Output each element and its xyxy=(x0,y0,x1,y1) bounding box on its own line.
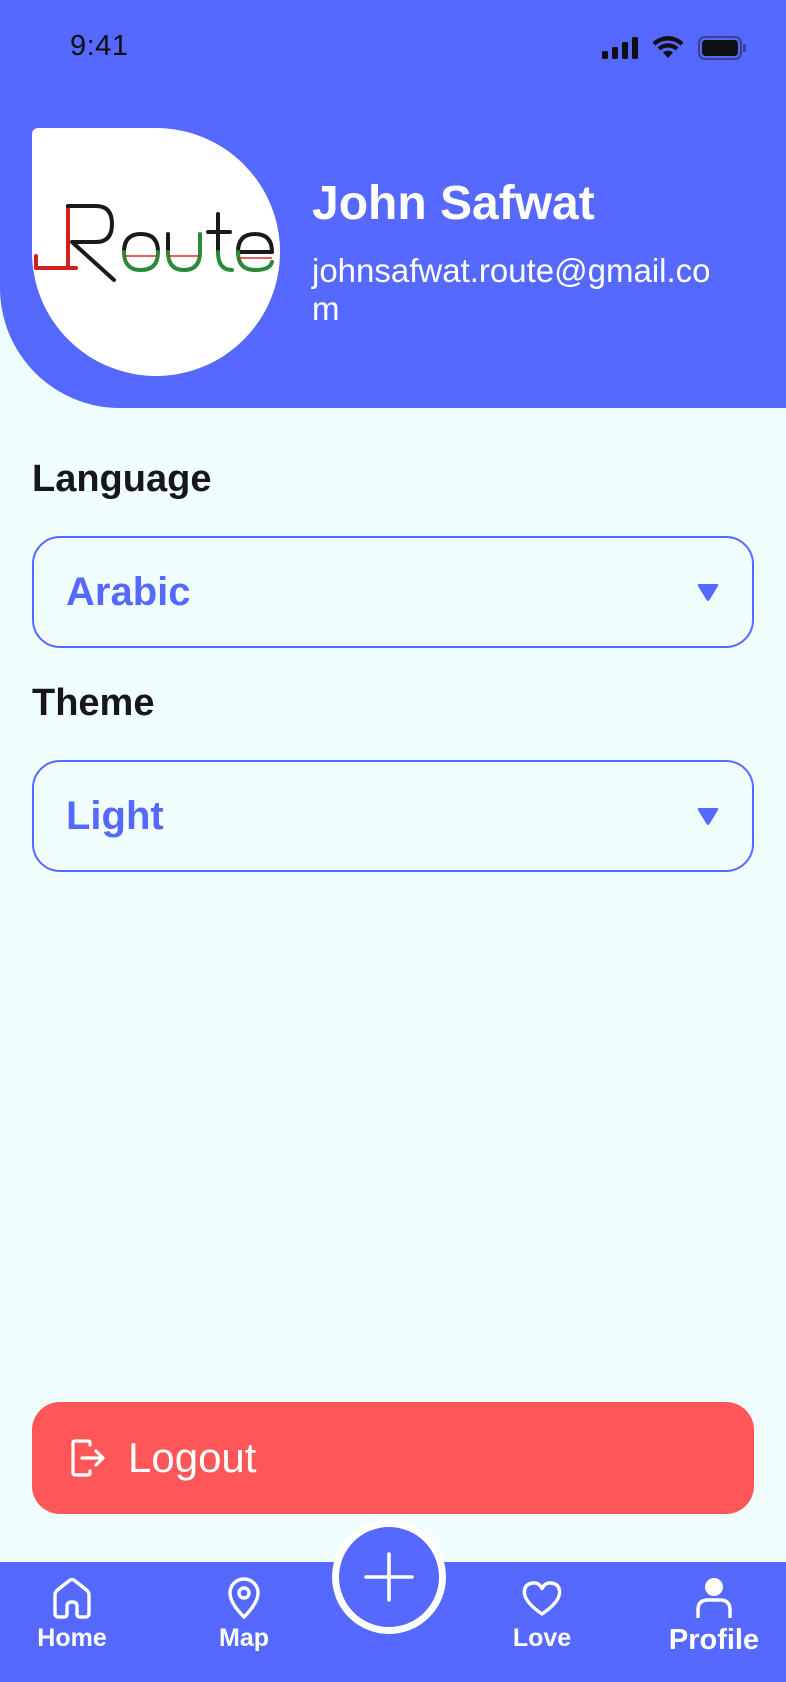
theme-dropdown[interactable]: Light xyxy=(32,760,754,872)
heart-icon xyxy=(522,1581,562,1616)
logout-icon xyxy=(71,1439,105,1477)
profile-email: johnsafwat.route@gmail.com xyxy=(312,252,711,327)
signal-icon xyxy=(602,37,638,59)
theme-label: Theme xyxy=(32,682,155,724)
nav-item-love[interactable]: Love xyxy=(482,1576,602,1676)
add-button[interactable] xyxy=(339,1527,439,1627)
route-logo xyxy=(34,204,274,282)
battery-icon xyxy=(698,36,746,60)
nav-item-profile[interactable]: Profile xyxy=(654,1576,774,1676)
theme-value: Light xyxy=(66,793,164,838)
home-icon xyxy=(53,1577,91,1619)
plus-icon xyxy=(364,1552,414,1602)
nav-item-map[interactable]: Map xyxy=(184,1576,304,1676)
logout-label: Logout xyxy=(128,1434,257,1481)
status-time: 9:41 xyxy=(70,30,129,62)
wifi-icon xyxy=(652,36,684,58)
avatar[interactable] xyxy=(32,128,280,376)
nav-label-map: Map xyxy=(219,1624,269,1652)
status-bar: 9:41 xyxy=(0,0,786,100)
person-icon xyxy=(696,1578,732,1618)
nav-label-love: Love xyxy=(512,1624,572,1652)
logout-button[interactable]: Logout xyxy=(32,1402,754,1514)
nav-label-profile: Profile xyxy=(668,1624,760,1656)
triangle-down-icon xyxy=(697,808,719,825)
profile-name: John Safwat xyxy=(312,177,595,230)
fab-ring xyxy=(332,1520,446,1634)
language-label: Language xyxy=(32,458,212,500)
triangle-down-icon xyxy=(697,584,719,601)
language-value: Arabic xyxy=(66,569,191,614)
nav-item-home[interactable]: Home xyxy=(12,1576,132,1676)
status-icons xyxy=(602,34,746,62)
language-dropdown[interactable]: Arabic xyxy=(32,536,754,648)
nav-label-home: Home xyxy=(37,1624,107,1652)
map-pin-icon xyxy=(228,1577,260,1619)
